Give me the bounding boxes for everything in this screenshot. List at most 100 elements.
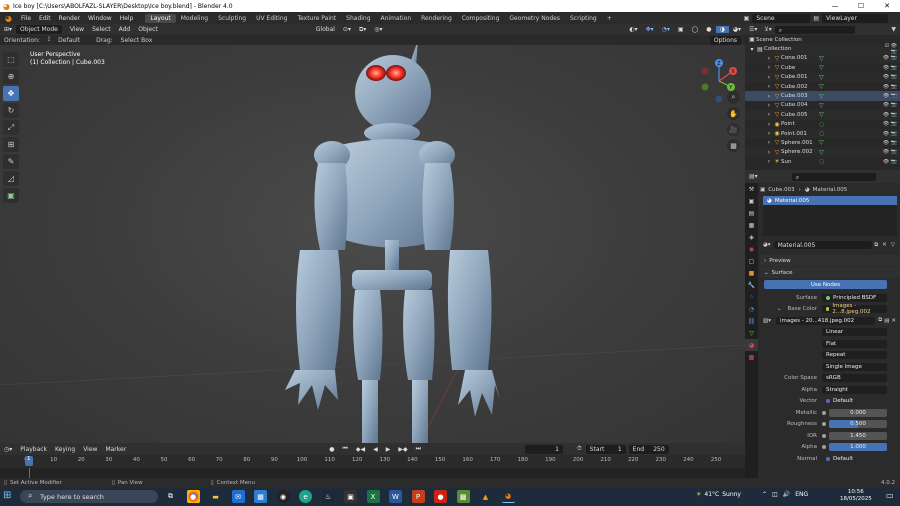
visibility-icon[interactable]: 👁 📷 — [880, 121, 900, 127]
preview-range-icon[interactable]: ⏱ — [573, 445, 586, 453]
taskbar-search-input[interactable]: ⌕ Type here to search — [20, 490, 158, 503]
fake-user-icon[interactable]: ⧉ — [872, 242, 880, 249]
expand-icon[interactable]: › — [765, 74, 773, 81]
material-slot-row[interactable]: ◕ Material.005 — [763, 196, 897, 205]
overlay-toggle-icon[interactable]: ◔▾ — [658, 26, 674, 33]
alpha-mode-selector[interactable]: Straight — [822, 385, 887, 394]
chrome-icon[interactable]: ● — [186, 490, 200, 503]
material-name-field[interactable]: Material.005 — [773, 241, 873, 249]
menu-select[interactable]: Select — [88, 26, 115, 33]
expand-icon[interactable]: › — [765, 149, 773, 156]
volume-icon[interactable]: 🔊 — [783, 491, 795, 498]
collection-row[interactable]: ▾ ▤ Collection ☑ 👁 📷 — [745, 43, 900, 55]
tray-overflow-icon[interactable]: ⌃ — [762, 491, 772, 498]
outliner-item[interactable]: › ▽ Sphere.001 ▽ 👁 📷 — [745, 138, 900, 147]
visibility-icon[interactable]: 👁 📷 — [880, 112, 900, 118]
modifier-tab-icon[interactable]: 🔧 — [745, 279, 758, 291]
word-icon[interactable]: W — [389, 490, 402, 503]
add-workspace-button[interactable]: + — [602, 14, 617, 23]
scene-collection-row[interactable]: ▣ Scene Collection — [745, 35, 900, 44]
camera-icon[interactable]: 🎥 — [727, 123, 740, 136]
menu-add[interactable]: Add — [115, 26, 135, 33]
tab-animation[interactable]: Animation — [376, 14, 417, 23]
file-explorer-icon[interactable]: ▬ — [209, 490, 222, 503]
jump-end-icon[interactable]: ⏭ — [412, 445, 425, 453]
mode-selector[interactable]: Object Mode — [16, 25, 62, 34]
shading-material-icon[interactable]: ◑ — [715, 26, 729, 33]
expand-icon[interactable]: › — [765, 102, 773, 109]
add-cube-icon[interactable]: ▣ — [3, 188, 19, 203]
rotate-icon[interactable]: ↻ — [3, 103, 19, 118]
measure-icon[interactable]: ◿ — [3, 171, 19, 186]
orientation-selector[interactable]: Default — [54, 37, 84, 44]
image-unlink-icon[interactable]: ✕ — [890, 318, 900, 324]
tab-geometry-nodes[interactable]: Geometry Nodes — [504, 14, 565, 23]
tab-scripting[interactable]: Scripting — [565, 14, 602, 23]
timeline-editor-icon[interactable]: ◷▾ — [0, 446, 16, 453]
menu-marker[interactable]: Marker — [101, 446, 130, 453]
menu-edit[interactable]: Edit — [35, 15, 55, 22]
extension-selector[interactable]: Repeat — [822, 351, 887, 360]
expand-icon[interactable]: › — [765, 121, 773, 128]
clock[interactable]: 10:56 18/05/2025 — [840, 489, 872, 503]
visibility-icon[interactable]: 👁 📷 — [880, 74, 900, 80]
play-reverse-icon[interactable]: ◀ — [369, 446, 382, 453]
proportional-edit-icon[interactable]: ◎▾ — [370, 26, 386, 33]
prev-key-icon[interactable]: ◆◀ — [352, 446, 369, 453]
particles-tab-icon[interactable]: ⁘ — [745, 291, 758, 303]
menu-view[interactable]: View — [66, 26, 88, 33]
physics-tab-icon[interactable]: ◔ — [745, 303, 758, 315]
visibility-icon[interactable]: 👁 📷 — [880, 140, 900, 146]
menu-render[interactable]: Render — [55, 15, 84, 22]
store-icon[interactable]: ▦ — [254, 490, 267, 503]
properties-search-input[interactable]: ⌕ — [791, 172, 876, 181]
zoom-icon[interactable]: ⌕ — [727, 91, 740, 104]
normal-link[interactable]: Default — [822, 455, 887, 463]
tab-compositing[interactable]: Compositing — [457, 14, 505, 23]
node-link-icon[interactable]: ▽ — [889, 242, 897, 248]
next-key-icon[interactable]: ▶◆ — [394, 446, 411, 453]
maximize-button[interactable]: ☐ — [848, 2, 874, 10]
outliner-item[interactable]: › ▽ Sphere.002 ▽ 👁 📷 — [745, 147, 900, 158]
select-box-icon[interactable]: ⬚ — [3, 52, 19, 67]
expand-icon[interactable]: › — [765, 158, 773, 165]
blender-menu-icon[interactable]: ◕ — [0, 14, 17, 23]
image-open-icon[interactable]: ▤ — [883, 318, 890, 324]
image-name-field[interactable]: images - 20...418.jpeg.002 — [776, 316, 876, 325]
output-tab-icon[interactable]: ▤ — [745, 207, 758, 219]
menu-timeline-view[interactable]: View — [79, 446, 101, 453]
steam-icon[interactable]: ♨ — [321, 490, 335, 503]
record-icon[interactable]: ● — [325, 446, 338, 453]
jump-start-icon[interactable]: ⏮ — [338, 445, 351, 453]
tab-uv-editing[interactable]: UV Editing — [251, 14, 292, 23]
outliner-item[interactable]: › ▽ Cone.001 ▽ 👁 📷 — [745, 53, 900, 64]
menu-playback[interactable]: Playback — [16, 446, 51, 453]
expand-icon[interactable]: › — [765, 130, 773, 137]
transform-orientation-selector[interactable]: Global — [312, 26, 339, 33]
outliner-item[interactable]: › ▽ Cube.004 ▽ 👁 📷 — [745, 101, 900, 110]
outliner-item[interactable]: › ▽ Cube.002 ▽ 👁 📷 — [745, 82, 900, 91]
xray-icon[interactable]: ▣ — [674, 26, 688, 33]
view-layer-tab-icon[interactable]: ▦ — [745, 219, 758, 231]
base-color-link[interactable]: Images - 2...8.jpeg.002 — [822, 303, 887, 315]
surface-shader-selector[interactable]: Principled BSDF — [822, 293, 887, 302]
tool-tab-icon[interactable]: ⚒ — [745, 183, 758, 195]
preview-panel-header[interactable]: › Preview — [760, 255, 900, 266]
collection-visibility-icon[interactable]: ☑ 👁 📷 — [880, 43, 900, 55]
network-icon[interactable]: ◫ — [772, 491, 783, 498]
material-tab-icon[interactable]: ◕ — [745, 339, 758, 351]
menu-keying[interactable]: Keying — [51, 446, 79, 453]
scale-icon[interactable]: ⤢ — [3, 120, 19, 135]
visibility-icon[interactable]: 👁 📷 — [880, 93, 900, 99]
render-tab-icon[interactable]: ▣ — [745, 195, 758, 207]
properties-editor-icon[interactable]: ▤▾ — [745, 173, 762, 180]
tab-sculpting[interactable]: Sculpting — [213, 14, 251, 23]
pivot-icon[interactable]: ⊙▾ — [339, 26, 355, 33]
vector-link[interactable]: Default — [822, 397, 887, 405]
tab-modeling[interactable]: Modeling — [176, 14, 213, 23]
scene-tab-icon[interactable]: ◈ — [745, 231, 758, 243]
start-frame-field[interactable]: Start 1 — [585, 444, 626, 454]
notifications-icon[interactable]: ▭ — [886, 491, 894, 500]
menu-window[interactable]: Window — [84, 15, 116, 22]
language-indicator[interactable]: ENG — [795, 491, 808, 498]
